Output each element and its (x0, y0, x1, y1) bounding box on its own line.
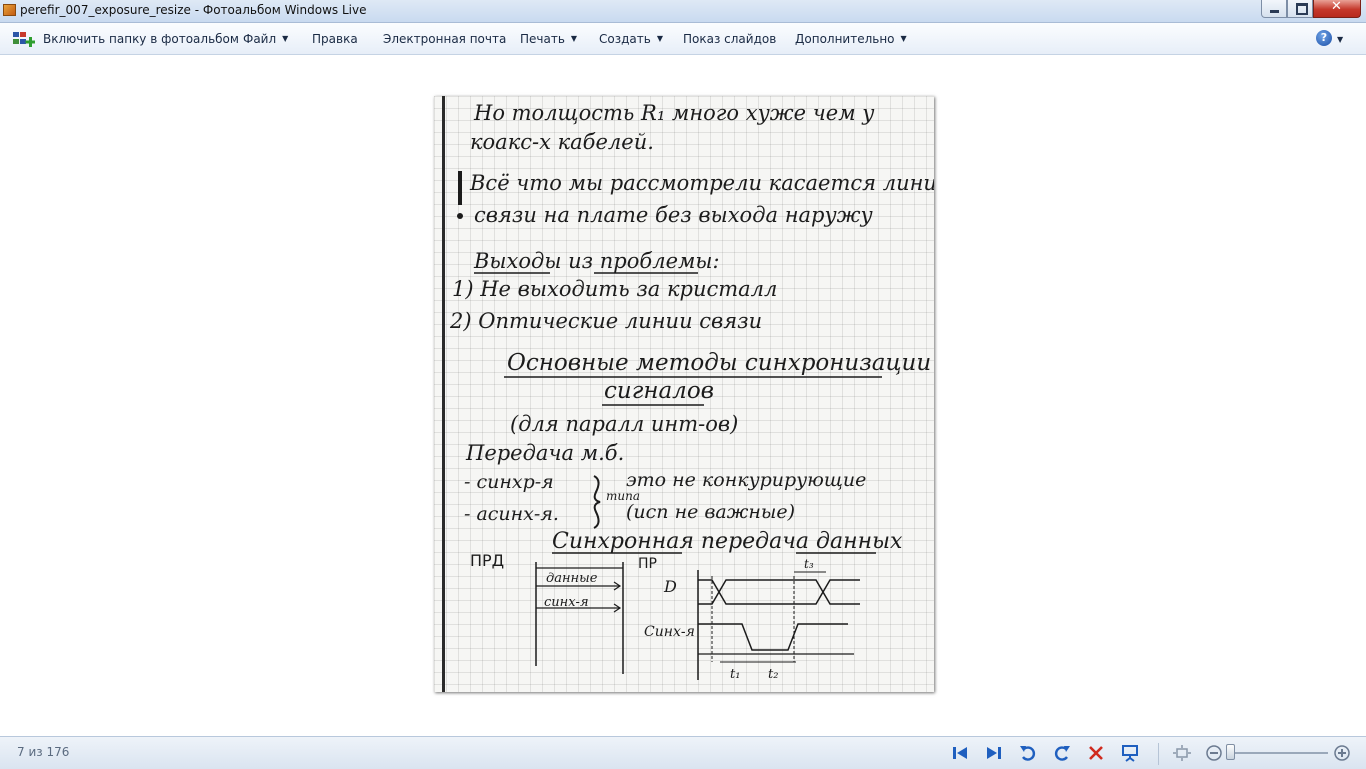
note-line: Но толщость R₁ много хуже чем у (473, 101, 875, 125)
next-icon[interactable] (984, 743, 1004, 763)
previous-icon[interactable] (950, 743, 970, 763)
note-label: ПР (638, 556, 657, 572)
app-icon (3, 4, 16, 16)
create-menu[interactable]: Создать ▼ (599, 32, 663, 46)
note-heading: сигналов (604, 378, 714, 404)
include-folder-button[interactable]: Включить папку в фотоальбом (43, 32, 239, 46)
photo[interactable]: Но толщость R₁ много хуже чем у коакс-х … (434, 96, 934, 692)
note-line: это не конкурирующие (626, 469, 866, 491)
file-menu[interactable]: Файл ▼ (243, 32, 288, 46)
zoom-slider-thumb[interactable] (1226, 744, 1235, 760)
print-menu-label: Печать (520, 32, 565, 46)
chevron-down-icon: ▼ (900, 34, 907, 43)
command-bar: Включить папку в фотоальбом Файл ▼ Правка… (0, 23, 1366, 55)
note-label: синх-я (544, 595, 589, 610)
print-menu[interactable]: Печать ▼ (520, 32, 577, 46)
note-heading: Основные методы синхронизации (507, 350, 931, 376)
note-label: D (663, 577, 677, 596)
note-line: Выходы из проблемы: (473, 249, 720, 273)
more-menu-label: Дополнительно (795, 32, 895, 46)
zoom-slider-track[interactable] (1232, 752, 1328, 754)
edit-menu[interactable]: Правка (312, 32, 358, 46)
note-line: (для паралл инт-ов) (510, 412, 738, 436)
actual-size-icon[interactable] (1172, 743, 1192, 763)
note-heading: Синхронная передача данных (552, 529, 903, 554)
chevron-down-icon: ▼ (570, 34, 578, 43)
exclamation-bar (458, 171, 462, 205)
note-line: 2) Оптические линии связи (449, 309, 762, 333)
help-icon[interactable]: ? (1316, 30, 1332, 46)
chevron-down-icon[interactable]: ▼ (1337, 35, 1343, 44)
chevron-down-icon: ▼ (656, 34, 663, 43)
maximize-button[interactable] (1287, 0, 1313, 18)
note-label: t₃ (804, 557, 814, 571)
note-line: (исп не важные) (626, 501, 795, 523)
rotate-left-icon[interactable] (1018, 743, 1038, 763)
more-menu[interactable]: Дополнительно ▼ (795, 32, 907, 46)
zoom-in-icon[interactable] (1332, 743, 1352, 763)
note-label: t₁ (730, 667, 740, 682)
status-bar: 7 из 176 (0, 736, 1366, 769)
note-line: Всё что мы рассмотрели касается линий (469, 171, 934, 195)
photo-counter: 7 из 176 (17, 745, 70, 759)
email-button[interactable]: Электронная почта (383, 32, 506, 46)
chevron-down-icon: ▼ (282, 34, 289, 43)
note-line: - асинх-я. (464, 503, 559, 525)
note-label: Синх-я (644, 624, 695, 640)
separator (1158, 743, 1159, 765)
create-menu-label: Создать (599, 32, 651, 46)
close-button[interactable] (1313, 0, 1361, 18)
file-menu-label: Файл (243, 32, 277, 46)
note-line: 1) Не выходить за кристалл (452, 277, 777, 301)
note-line: Передача м.б. (465, 441, 624, 465)
title-bar: perefir_007_exposure_resize - Фотоальбом… (0, 0, 1366, 23)
note-line: коакс-х кабелей. (470, 130, 654, 154)
include-folder-icon[interactable] (13, 31, 35, 47)
exclamation-dot (457, 213, 463, 219)
handwritten-notes: Но толщость R₁ много хуже чем у коакс-х … (449, 101, 934, 682)
note-line: - синхр-я (464, 471, 554, 493)
window-title: perefir_007_exposure_resize - Фотоальбом… (20, 3, 367, 17)
rotate-right-icon[interactable] (1052, 743, 1072, 763)
zoom-out-icon[interactable] (1204, 743, 1224, 763)
delete-icon[interactable] (1086, 743, 1106, 763)
note-label: ПРД (470, 551, 504, 570)
note-label: данные (546, 571, 598, 586)
note-line: связи на плате без выхода наружу (474, 203, 874, 227)
slideshow-button[interactable]: Показ слайдов (683, 32, 776, 46)
note-label: t₂ (768, 667, 778, 682)
minimize-button[interactable] (1261, 0, 1287, 18)
slideshow-icon[interactable] (1120, 743, 1140, 763)
